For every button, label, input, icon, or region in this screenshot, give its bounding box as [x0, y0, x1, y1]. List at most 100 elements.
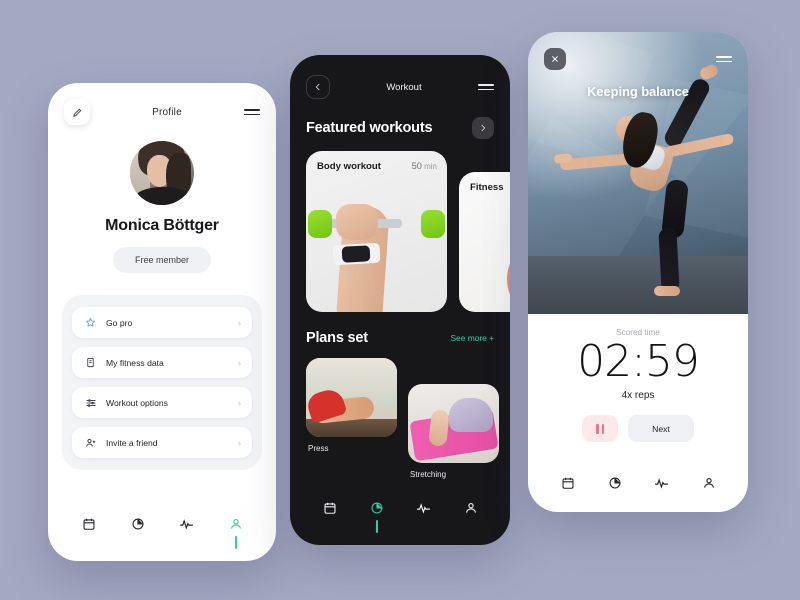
- featured-next-button[interactable]: [472, 117, 494, 139]
- colored-hoop: [494, 223, 510, 312]
- plan-card-stretching[interactable]: Stretching: [408, 384, 499, 479]
- featured-section-header: Featured workouts: [290, 99, 510, 139]
- hamburger-icon-line: [477, 83, 494, 86]
- card-duration-unit: min: [424, 162, 437, 171]
- featured-card-fitness[interactable]: Fitness: [459, 172, 510, 312]
- tab-indicator: [137, 536, 139, 549]
- hamburger-icon-line: [244, 113, 260, 116]
- plan-caption: Press: [308, 444, 329, 453]
- tab-profile[interactable]: [454, 501, 488, 533]
- close-button[interactable]: [544, 48, 566, 70]
- dumbbell-weight-right: [421, 210, 445, 238]
- person-icon: [465, 503, 476, 513]
- timer-section: Scored time 02:59 4x reps Next: [528, 314, 748, 466]
- menu-item-label: Workout options: [106, 397, 168, 408]
- tab-calendar[interactable]: [313, 501, 347, 533]
- plan-image: [306, 358, 397, 437]
- hamburger-icon-line: [716, 55, 732, 58]
- chevron-right-icon: ›: [238, 317, 241, 328]
- tab-indicator: [234, 536, 237, 549]
- yoga-standing-shin: [658, 227, 680, 293]
- featured-card-body-workout[interactable]: Body workout 50 min: [306, 151, 447, 312]
- calendar-icon: [323, 502, 336, 514]
- tab-indicator: [375, 520, 378, 533]
- profile-bottom-nav: [48, 505, 276, 561]
- person-icon: [703, 478, 714, 488]
- activity-icon: [654, 478, 669, 489]
- avatar[interactable]: [130, 141, 194, 205]
- chevron-right-icon: [481, 124, 486, 132]
- card-duration-value: 50: [411, 161, 422, 171]
- workout-header: Workout: [290, 55, 510, 99]
- menu-item-go-pro[interactable]: Go pro ›: [72, 307, 252, 338]
- dumbbell-weight-left: [308, 210, 332, 238]
- tab-indicator: [186, 537, 188, 550]
- plans-cards-row: Press Stretching: [290, 346, 510, 479]
- card-duration: 50 min: [412, 161, 437, 171]
- training-bottom-nav: [528, 466, 748, 512]
- playback-controls: Next: [582, 415, 694, 443]
- pie-chart-icon: [131, 518, 144, 530]
- chevron-left-icon: [315, 83, 320, 91]
- see-more-link[interactable]: See more +: [450, 333, 494, 343]
- workout-bottom-nav: [290, 489, 510, 545]
- tab-stats[interactable]: [121, 517, 155, 549]
- featured-cards-row: Body workout 50 min Fitness: [290, 139, 510, 312]
- hamburger-icon-line: [477, 88, 494, 91]
- card-title: Fitness: [470, 182, 504, 193]
- star-icon: [83, 317, 98, 328]
- pause-icon-bar: [601, 423, 605, 434]
- tab-stats[interactable]: [360, 501, 394, 533]
- close-icon: [552, 56, 558, 62]
- activity-icon: [179, 519, 194, 530]
- profile-phone-screen: Profile Monica Böttger Free member Go pr…: [48, 83, 276, 561]
- menu-item-invite-a-friend[interactable]: Invite a friend ›: [72, 427, 252, 458]
- timer-value: 02:59: [577, 336, 700, 387]
- workout-menu-button[interactable]: [477, 83, 494, 91]
- user-name: Monica Böttger: [105, 217, 219, 234]
- next-button[interactable]: Next: [628, 415, 694, 443]
- legs: [449, 398, 493, 432]
- membership-badge: Free member: [113, 247, 211, 273]
- menu-item-my-fitness-data[interactable]: My fitness data ›: [72, 347, 252, 378]
- tab-indicator: [423, 521, 425, 534]
- tab-calendar[interactable]: [551, 476, 585, 490]
- tab-activity[interactable]: [645, 476, 679, 491]
- plan-card-press[interactable]: Press: [306, 358, 397, 453]
- training-menu-button[interactable]: [716, 55, 732, 63]
- avatar-body: [135, 187, 192, 205]
- tab-indicator: [329, 520, 331, 533]
- menu-item-workout-options[interactable]: Workout options ›: [72, 387, 252, 418]
- reps-label: 4x reps: [621, 390, 655, 402]
- card-title: Body workout: [317, 161, 381, 172]
- pause-button[interactable]: [582, 415, 618, 443]
- tab-indicator: [470, 520, 472, 533]
- chevron-right-icon: ›: [238, 397, 241, 408]
- plans-heading: Plans set: [306, 330, 368, 346]
- user-plus-icon: [83, 437, 98, 449]
- tab-indicator: [88, 536, 90, 549]
- avatar-container: [48, 141, 276, 205]
- card-header: Fitness: [459, 172, 510, 193]
- hamburger-icon-line: [716, 60, 732, 63]
- page-title: Profile: [152, 106, 182, 118]
- screens-canvas: Profile Monica Böttger Free member Go pr…: [0, 0, 800, 600]
- tab-calendar[interactable]: [72, 517, 106, 549]
- back-button[interactable]: [306, 75, 330, 99]
- fist: [336, 204, 378, 240]
- chevron-right-icon: ›: [238, 437, 241, 448]
- tab-profile[interactable]: [219, 517, 253, 549]
- profile-menu-card: Go pro › My fitness data › Workout optio…: [62, 295, 262, 470]
- training-phone-screen: Keeping balance Scored time 02:59 4x rep…: [528, 32, 748, 512]
- tab-stats[interactable]: [598, 476, 632, 490]
- tab-activity[interactable]: [170, 517, 204, 550]
- person-icon: [230, 519, 241, 529]
- card-header: Body workout 50 min: [306, 151, 447, 172]
- tab-activity[interactable]: [407, 501, 441, 534]
- profile-menu-button[interactable]: [244, 108, 260, 116]
- calendar-icon: [82, 518, 95, 530]
- tab-profile[interactable]: [692, 476, 726, 490]
- edit-profile-button[interactable]: [64, 99, 90, 125]
- pie-chart-icon: [370, 502, 383, 514]
- calendar-icon: [561, 477, 574, 489]
